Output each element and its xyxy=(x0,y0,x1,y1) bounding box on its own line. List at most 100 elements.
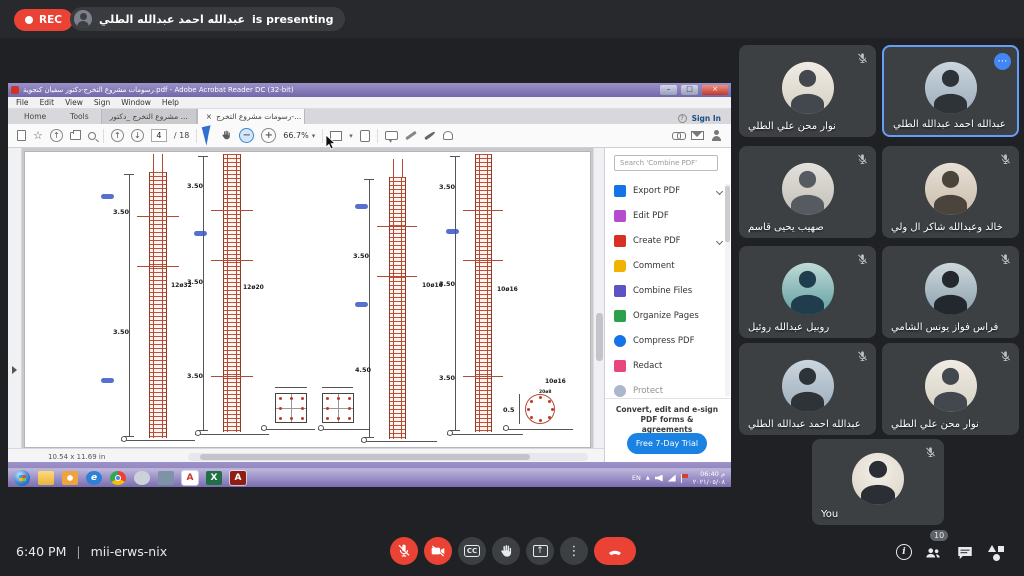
previous-page-icon[interactable]: ↑ xyxy=(111,129,124,142)
maximize-button[interactable]: □ xyxy=(681,85,698,95)
acrobat-title-bar[interactable]: رسومات مشروع التخرج-دكتور سفيان كنجوية.p… xyxy=(8,83,731,97)
participant-tile[interactable]: نوار محن علي الطلي xyxy=(882,343,1019,435)
media-player-icon[interactable] xyxy=(62,471,78,485)
save-icon[interactable] xyxy=(17,130,26,141)
meeting-details-button[interactable]: i xyxy=(896,544,914,562)
comment-icon[interactable] xyxy=(385,131,398,140)
info-icon: i xyxy=(896,544,912,560)
scrollbar-thumb[interactable] xyxy=(725,186,730,242)
more-options-button[interactable]: ⋮ xyxy=(560,537,588,565)
tool-comment[interactable]: Comment xyxy=(614,256,726,276)
close-button[interactable]: × xyxy=(702,85,728,95)
email-icon[interactable] xyxy=(691,131,704,140)
participant-tile-presenter[interactable]: ⋯ عبدالله احمد عبدالله الطلي xyxy=(882,45,1019,137)
present-button[interactable]: ↑ xyxy=(526,537,554,565)
zoom-out-button[interactable]: − xyxy=(239,128,254,143)
select-tool-icon[interactable] xyxy=(202,125,215,146)
tool-create-pdf[interactable]: Create PDF xyxy=(614,231,726,251)
tool-export-pdf[interactable]: Export PDF xyxy=(614,181,726,201)
sign-in-area[interactable]: ? Sign In xyxy=(668,109,731,124)
panel-scrollbar[interactable] xyxy=(725,184,730,396)
chat-button[interactable] xyxy=(956,544,974,562)
excel-icon[interactable]: X xyxy=(206,471,222,485)
volume-icon[interactable] xyxy=(655,475,663,482)
language-indicator[interactable]: EN xyxy=(632,474,641,482)
participant-tile[interactable]: صهيب يحيى قاسم xyxy=(739,146,876,238)
participant-tile[interactable]: نوار محن علي الطلي xyxy=(739,45,876,137)
tool-compress-pdf[interactable]: Compress PDF xyxy=(614,331,726,351)
print-icon[interactable] xyxy=(70,132,81,140)
pen-icon[interactable] xyxy=(405,131,417,140)
action-center-flag-icon[interactable] xyxy=(681,474,688,483)
raise-hand-button[interactable] xyxy=(492,537,520,565)
menu-help[interactable]: Help xyxy=(162,98,179,107)
tab-tools[interactable]: Tools xyxy=(58,109,100,124)
menu-file[interactable]: File xyxy=(16,98,29,107)
scrollbar-thumb[interactable] xyxy=(200,454,530,460)
tab-close-icon[interactable]: × xyxy=(206,112,212,124)
tool-combine-files[interactable]: Combine Files xyxy=(614,281,726,301)
tab-home[interactable]: Home xyxy=(12,109,58,124)
clock-time: 06:40 م xyxy=(700,470,725,478)
captions-button[interactable]: CC xyxy=(458,537,486,565)
participant-tile[interactable]: عبدالله احمد عبدالله الطلي xyxy=(739,343,876,435)
account-icon[interactable] xyxy=(711,130,722,141)
next-page-icon[interactable]: ↓ xyxy=(131,129,144,142)
hidden-icons-arrow[interactable]: ▲ xyxy=(646,475,650,481)
chevron-down-icon[interactable] xyxy=(716,187,723,194)
participant-tile[interactable]: خالد وعبدالله شاكر آل ولي xyxy=(882,146,1019,238)
network-icon[interactable] xyxy=(668,475,676,482)
pdf-page[interactable]: 3.50 3.50 3.50 3.50 3.50 3.50 4.50 3.50 … xyxy=(24,151,591,448)
zoom-level-dropdown[interactable]: 66.7% ▾ xyxy=(283,131,315,140)
show-participants-button[interactable] xyxy=(924,544,942,562)
start-button[interactable] xyxy=(14,470,30,486)
share-upload-icon[interactable]: ↑ xyxy=(50,129,63,142)
hand-tool-icon[interactable] xyxy=(220,129,232,143)
free-trial-button[interactable]: Free 7-Day Trial xyxy=(627,433,707,454)
fill-sign-icon[interactable] xyxy=(424,131,436,140)
dim-label: 3.50 xyxy=(187,182,203,190)
menu-sign[interactable]: Sign xyxy=(94,98,110,107)
adobe-app-icon[interactable]: A xyxy=(230,471,246,485)
tool-organize-pages[interactable]: Organize Pages xyxy=(614,306,726,326)
menu-edit[interactable]: Edit xyxy=(40,98,55,107)
tool-edit-pdf[interactable]: Edit PDF xyxy=(614,206,726,226)
menu-window[interactable]: Window xyxy=(121,98,151,107)
explorer-icon[interactable] xyxy=(38,471,54,485)
leave-call-button[interactable] xyxy=(594,537,636,565)
ie-icon[interactable]: e xyxy=(86,471,102,485)
app-icon-gray[interactable] xyxy=(134,471,150,485)
organize-pages-icon xyxy=(614,310,626,322)
tool-redact[interactable]: Redact xyxy=(614,356,726,376)
minimize-button[interactable]: – xyxy=(660,85,677,95)
scroll-mode-icon[interactable] xyxy=(360,130,370,142)
tools-search-input[interactable] xyxy=(614,155,718,171)
scrollbar-thumb[interactable] xyxy=(596,313,603,361)
self-view-tile[interactable]: You xyxy=(812,439,944,525)
help-icon[interactable]: ? xyxy=(678,114,687,123)
participant-tile[interactable]: فراس فواز يونس الشامي xyxy=(882,246,1019,338)
share-link-icon[interactable] xyxy=(672,132,684,139)
activities-button[interactable] xyxy=(988,544,1006,562)
menu-view[interactable]: View xyxy=(65,98,83,107)
tab-document-1[interactable]: مشروع التخرج _دكتور ... xyxy=(101,109,197,124)
nav-pane-arrow-icon[interactable] xyxy=(12,366,17,374)
horizontal-scrollbar[interactable] xyxy=(188,453,588,461)
taskbar-clock[interactable]: 06:40 م ٢٠٢١/٠٥/٠٨ xyxy=(693,470,725,486)
camera-off-button[interactable] xyxy=(424,537,452,565)
search-icon[interactable] xyxy=(88,132,96,140)
devices-icon[interactable] xyxy=(158,471,174,485)
chevron-down-icon[interactable] xyxy=(716,237,723,244)
mic-mute-button[interactable] xyxy=(390,537,418,565)
zoom-in-button[interactable]: + xyxy=(261,128,276,143)
tab-document-2-active[interactable]: × رسومات مشروع التخرج-... xyxy=(197,109,305,124)
page-number-input[interactable]: 4 xyxy=(151,129,167,142)
chrome-icon[interactable] xyxy=(110,471,126,485)
participant-tile[interactable]: روبيل عبدالله روئيل xyxy=(739,246,876,338)
more-options-badge[interactable]: ⋯ xyxy=(994,53,1011,70)
star-icon[interactable]: ☆ xyxy=(33,130,43,141)
navigation-pane-collapsed[interactable] xyxy=(8,148,22,448)
stamp-icon[interactable] xyxy=(443,131,453,140)
vertical-scrollbar[interactable] xyxy=(593,148,604,448)
acrobat-reader-taskbar-icon[interactable]: A xyxy=(182,471,198,485)
